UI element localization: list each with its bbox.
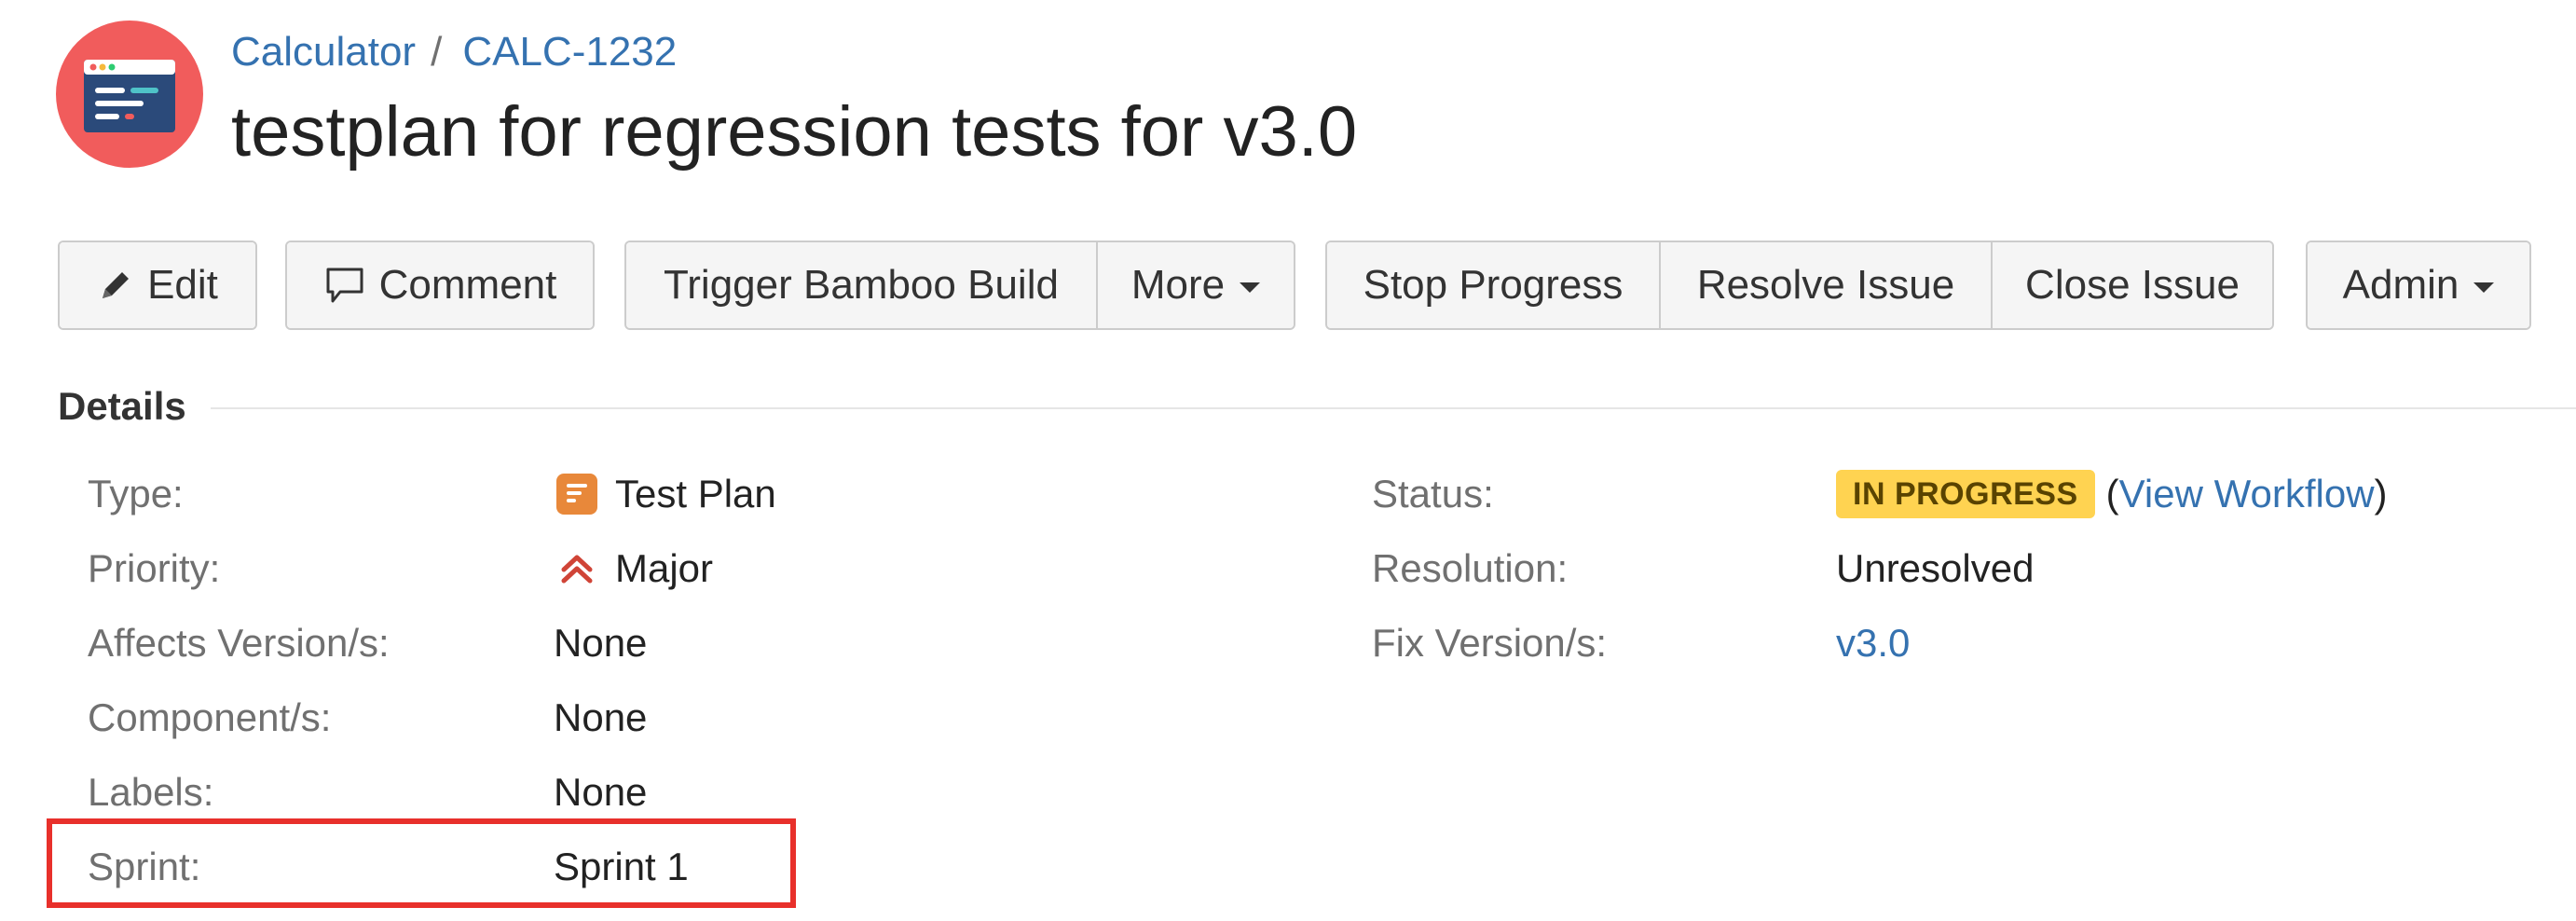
status-paren-open: ( <box>2105 472 2119 515</box>
fix-versions-label: Fix Version/s: <box>1372 621 1608 665</box>
admin-dropdown-label: Admin <box>2342 262 2460 308</box>
status-label: Status: <box>1372 472 1494 515</box>
major-priority-icon <box>555 547 598 590</box>
status-value: IN PROGRESS (View Workflow) <box>1836 468 2388 520</box>
labels-value: None <box>554 770 648 814</box>
edit-button-group: Edit <box>58 241 257 330</box>
breadcrumb-project-link[interactable]: Calculator <box>231 29 416 75</box>
sprint-highlight-box <box>47 818 796 908</box>
resolution-value: Unresolved <box>1836 546 2035 590</box>
type-label: Type: <box>88 472 184 515</box>
resolve-issue-button[interactable]: Resolve Issue <box>1659 242 1991 328</box>
view-workflow-link[interactable]: View Workflow <box>2119 468 2375 520</box>
workflow-button-group-1: Trigger Bamboo Build More <box>624 241 1295 330</box>
admin-button-group: Admin <box>2306 241 2531 330</box>
type-value-text: Test Plan <box>615 472 776 515</box>
status-paren-close: ) <box>2374 472 2388 515</box>
pencil-icon <box>97 267 134 304</box>
admin-dropdown-button[interactable]: Admin <box>2308 242 2529 328</box>
resolution-label: Resolution: <box>1372 546 1569 590</box>
fix-version-link[interactable]: v3.0 <box>1836 617 1910 669</box>
components-label: Component/s: <box>88 695 332 739</box>
breadcrumb-separator: / <box>431 29 443 75</box>
breadcrumb: Calculator / CALC-1232 <box>231 24 677 80</box>
chevron-down-icon <box>1240 282 1261 293</box>
affects-versions-value: None <box>554 621 648 665</box>
chevron-down-icon <box>2473 282 2495 293</box>
breadcrumb-issue-key-link[interactable]: CALC-1232 <box>462 29 677 75</box>
comment-button-group: Comment <box>285 241 595 330</box>
comment-button-label: Comment <box>378 262 557 308</box>
speech-bubble-icon <box>323 264 366 307</box>
details-heading[interactable]: Details <box>58 382 186 431</box>
calculator-project-avatar-icon[interactable] <box>56 21 203 168</box>
edit-button-label: Edit <box>147 262 218 308</box>
status-badge: IN PROGRESS <box>1836 470 2095 518</box>
priority-label: Priority: <box>88 546 221 590</box>
workflow-button-group-2: Stop Progress Resolve Issue Close Issue <box>1325 241 2274 330</box>
affects-versions-label: Affects Version/s: <box>88 621 390 665</box>
edit-button[interactable]: Edit <box>60 242 255 328</box>
details-divider <box>211 407 2576 409</box>
fix-versions-value: v3.0 <box>1836 617 1910 669</box>
components-value: None <box>554 695 648 739</box>
issue-summary[interactable]: testplan for regression tests for v3.0 <box>231 88 1357 177</box>
stop-progress-button[interactable]: Stop Progress <box>1327 242 1659 328</box>
more-dropdown-button[interactable]: More <box>1096 242 1294 328</box>
type-value: Test Plan <box>555 468 776 520</box>
trigger-bamboo-build-button[interactable]: Trigger Bamboo Build <box>626 242 1096 328</box>
priority-value-text: Major <box>615 546 714 590</box>
test-plan-icon <box>555 473 598 515</box>
more-dropdown-label: More <box>1130 262 1226 308</box>
close-issue-button[interactable]: Close Issue <box>1991 242 2272 328</box>
priority-value: Major <box>555 543 713 595</box>
labels-label: Labels: <box>88 770 214 814</box>
comment-button[interactable]: Comment <box>287 242 593 328</box>
